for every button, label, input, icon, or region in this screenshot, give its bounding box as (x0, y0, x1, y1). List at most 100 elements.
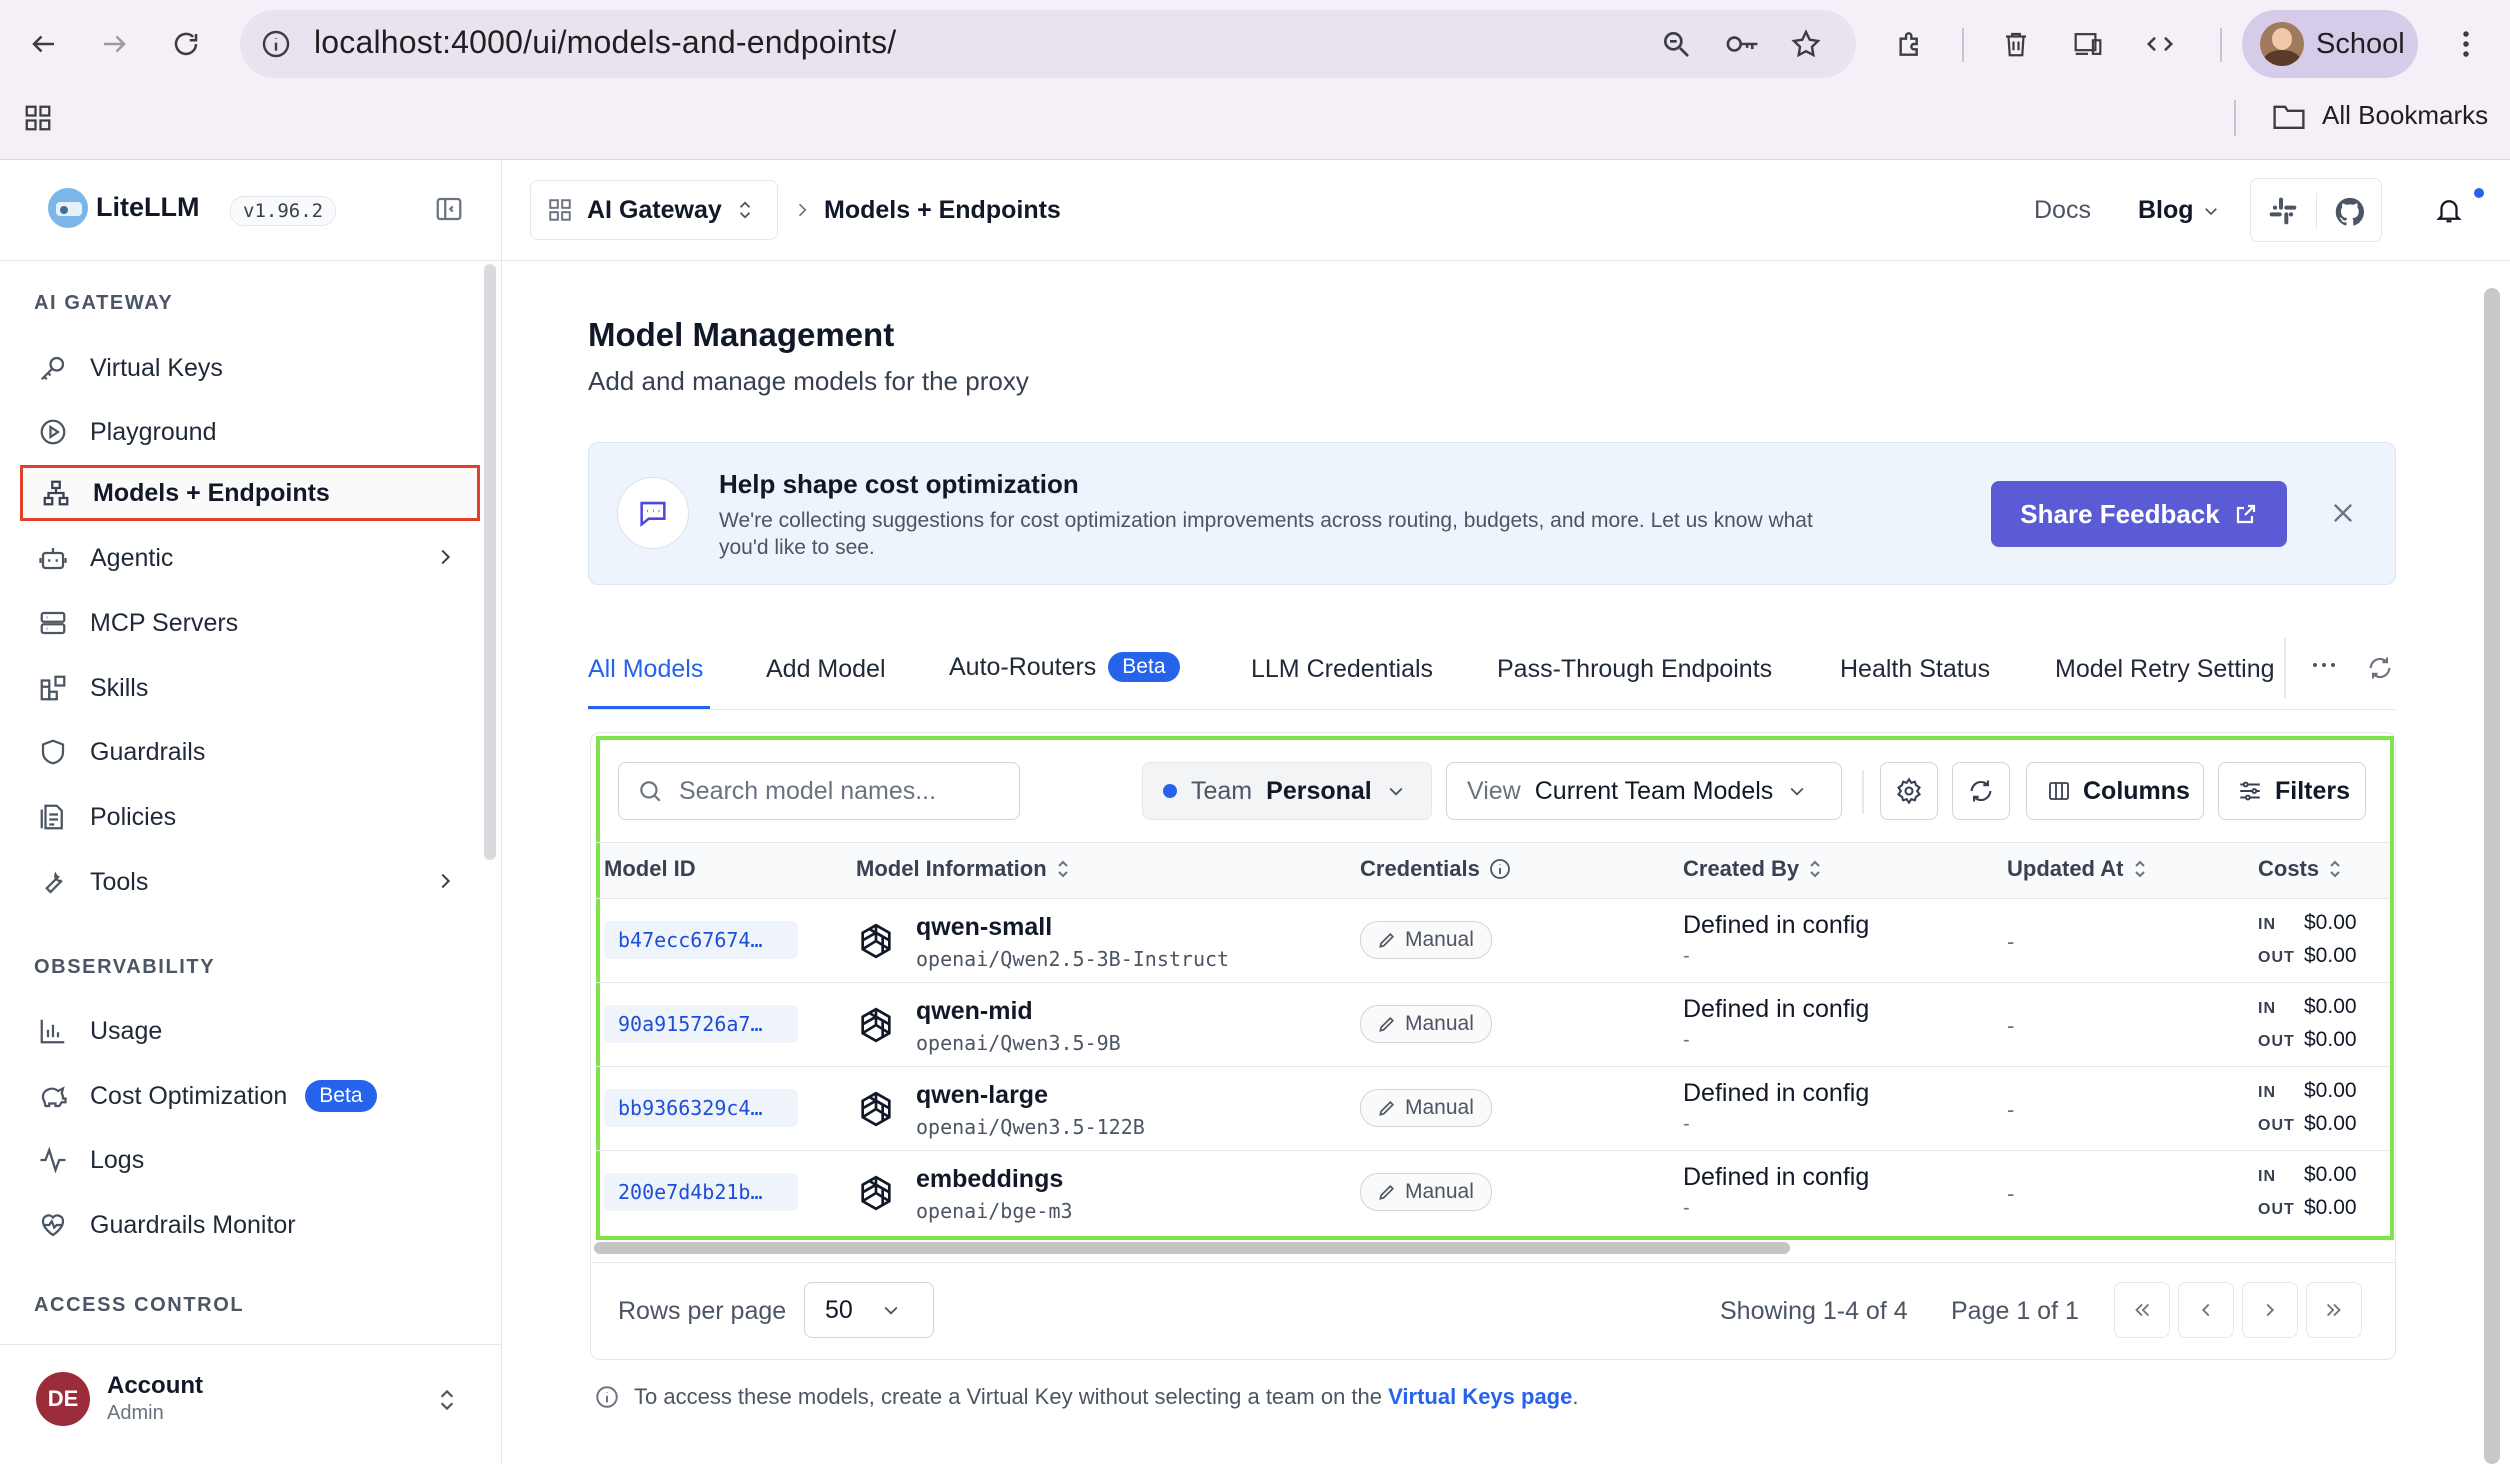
model-id-pill[interactable]: 200e7d4b21b… (604, 1173, 798, 1211)
forward-icon[interactable] (86, 16, 142, 72)
cost-out-value: $0.00 (2304, 1112, 2357, 1135)
sidebar-scrollbar[interactable] (484, 264, 496, 860)
tab-model-retry-setting[interactable]: Model Retry Setting (2055, 655, 2275, 684)
sidebar-item-label: Playground (90, 417, 217, 446)
pencil-icon (1379, 932, 1395, 948)
created-by-sub: - (1683, 945, 1690, 967)
created-by-sub: - (1683, 1197, 1690, 1219)
sidebar-item-cost-optimization[interactable]: Cost Optimization Beta (20, 1068, 480, 1124)
close-icon[interactable] (2329, 499, 2357, 527)
trash-icon[interactable] (1988, 16, 2044, 72)
info-icon[interactable] (1488, 857, 1512, 881)
column-header-updated-at[interactable]: Updated At (2007, 856, 2148, 882)
table-row[interactable]: b47ecc67674… qwen-small openai/Qwen2.5-3… (600, 899, 2390, 982)
page-scrollbar[interactable] (2484, 288, 2500, 1464)
rows-per-page-select[interactable]: 50 (804, 1282, 934, 1338)
sidebar-item-logs[interactable]: Logs (20, 1132, 480, 1188)
blog-menu[interactable]: Blog (2138, 196, 2220, 225)
view-select[interactable]: View Current Team Models (1446, 762, 1842, 820)
bookmark-star-icon[interactable] (1790, 28, 1822, 60)
reload-icon[interactable] (158, 16, 214, 72)
sidebar-item-guardrails-monitor[interactable]: Guardrails Monitor (20, 1197, 480, 1253)
chevron-right-icon[interactable] (434, 870, 456, 892)
search-input[interactable]: Search model names... (618, 762, 1020, 820)
chevron-right-icon[interactable] (434, 546, 456, 568)
sidebar-item-guardrails[interactable]: Guardrails (20, 724, 480, 780)
model-id-pill[interactable]: b47ecc67674… (604, 921, 798, 959)
sidebar-item-mcp-servers[interactable]: MCP Servers (20, 595, 480, 651)
sidebar-item-agentic[interactable]: Agentic (20, 530, 480, 586)
wrench-icon (36, 865, 70, 899)
column-header-costs[interactable]: Costs (2258, 856, 2343, 882)
column-header-model-id[interactable]: Model ID (604, 856, 696, 882)
last-page-button[interactable] (2306, 1282, 2362, 1338)
model-id-pill[interactable]: 90a915726a7… (604, 1005, 798, 1043)
refresh-tabs-icon[interactable] (2366, 654, 2394, 682)
notification-bell-icon[interactable] (2434, 194, 2464, 226)
tab-pass-through-endpoints[interactable]: Pass-Through Endpoints (1497, 655, 1772, 684)
filters-label: Filters (2275, 776, 2351, 805)
created-by-sub: - (1683, 1113, 1690, 1135)
filters-button[interactable]: Filters (2218, 762, 2366, 820)
github-icon[interactable] (2333, 195, 2367, 229)
next-page-button[interactable] (2242, 1282, 2298, 1338)
tab-add-model[interactable]: Add Model (766, 655, 886, 684)
back-icon[interactable] (16, 16, 72, 72)
sidebar-item-models-endpoints[interactable]: Models + Endpoints (20, 465, 480, 521)
tab-all-models[interactable]: All Models (588, 655, 703, 684)
extensions-icon[interactable] (1882, 16, 1938, 72)
social-links (2250, 178, 2382, 242)
table-row[interactable]: 90a915726a7… qwen-mid openai/Qwen3.5-9B … (600, 983, 2390, 1066)
updated-at: - (2007, 1097, 2015, 1122)
columns-icon (2049, 782, 2069, 800)
tab-auto-routers[interactable]: Auto-Routers Beta (949, 652, 1180, 682)
first-page-button[interactable] (2114, 1282, 2170, 1338)
sidebar-item-skills[interactable]: Skills (20, 660, 480, 716)
team-select[interactable]: Team Personal (1142, 762, 1432, 820)
chevron-right-icon (2266, 1303, 2275, 1317)
table-row[interactable]: bb9366329c4… qwen-large openai/Qwen3.5-1… (600, 1067, 2390, 1150)
sidebar-item-virtual-keys[interactable]: Virtual Keys (20, 340, 480, 396)
sidebar-item-playground[interactable]: Playground (20, 404, 480, 460)
gear-icon (1897, 777, 1921, 805)
tab-health-status[interactable]: Health Status (1840, 655, 1990, 684)
code-icon[interactable] (2132, 16, 2188, 72)
settings-button[interactable] (1880, 762, 1938, 820)
sidebar-item-tools[interactable]: Tools (20, 854, 480, 910)
workspace-switcher[interactable]: AI Gateway (530, 180, 778, 240)
previous-page-button[interactable] (2178, 1282, 2234, 1338)
sidebar-item-policies[interactable]: Policies (20, 789, 480, 845)
toolbar-divider (2220, 28, 2222, 62)
menu-kebab-icon[interactable] (2438, 16, 2494, 72)
page-title: Model Management (588, 316, 895, 353)
apps-grid-icon[interactable] (10, 90, 66, 146)
devices-icon[interactable] (2060, 16, 2116, 72)
cost-out: OUT $0.00 (2258, 944, 2357, 968)
docs-link[interactable]: Docs (2034, 196, 2091, 225)
collapse-sidebar-icon[interactable] (434, 194, 464, 224)
profile-button[interactable]: School (2242, 10, 2418, 78)
sidebar-item-usage[interactable]: Usage (20, 1003, 480, 1059)
model-id-pill[interactable]: bb9366329c4… (604, 1089, 798, 1127)
model-path: openai/Qwen3.5-122B (916, 1115, 1145, 1139)
account-name: Account (107, 1372, 203, 1399)
virtual-keys-page-link[interactable]: Virtual Keys page (1388, 1384, 1572, 1409)
column-header-model-information[interactable]: Model Information (856, 856, 1071, 882)
more-tabs-icon[interactable] (2312, 660, 2336, 670)
account-menu[interactable]: DE Account Admin (20, 1350, 480, 1450)
share-feedback-button[interactable]: Share Feedback (1991, 481, 2287, 547)
horizontal-scrollbar[interactable] (594, 1242, 1790, 1254)
site-info-icon[interactable] (260, 28, 292, 60)
cost-in: IN $0.00 (2258, 911, 2357, 935)
sort-icon (2330, 860, 2340, 878)
slack-icon[interactable] (2267, 195, 2299, 227)
pencil-icon (1379, 1016, 1395, 1032)
table-row[interactable]: 200e7d4b21b… embeddings openai/bge-m3 Ma… (600, 1151, 2390, 1234)
all-bookmarks-button[interactable]: All Bookmarks (2272, 100, 2488, 131)
refresh-button[interactable] (1952, 762, 2010, 820)
tab-llm-credentials[interactable]: LLM Credentials (1251, 655, 1433, 684)
zoom-icon[interactable] (1660, 28, 1692, 60)
columns-button[interactable]: Columns (2026, 762, 2204, 820)
password-key-icon[interactable] (1724, 28, 1760, 60)
column-header-created-by[interactable]: Created By (1683, 856, 1823, 882)
